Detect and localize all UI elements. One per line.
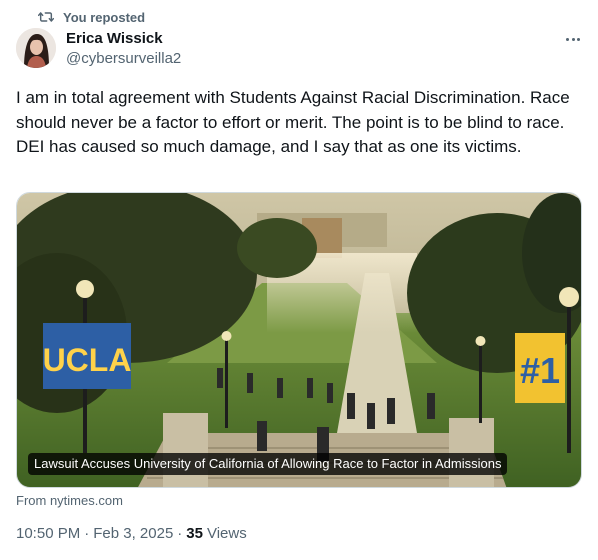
banner-text-right: #1 [520,350,560,391]
repost-indicator[interactable]: You reposted [38,9,145,25]
post-meta: 10:50 PM · Feb 3, 2025 · 35 Views [16,525,247,542]
post-text: I am in total agreement with Students Ag… [16,88,570,156]
more-options-button[interactable] [560,28,586,50]
meta-separator: · [84,525,90,542]
meta-separator: · [177,525,183,542]
avatar-image [16,28,56,68]
more-icon [565,37,569,41]
repost-icon [38,12,54,22]
author-name[interactable]: Erica Wissick [66,29,181,49]
views-count[interactable]: 35 [186,525,203,542]
campus-photo: UCLA #1 [17,193,581,487]
repost-label: You reposted [63,9,146,25]
author-block[interactable]: Erica Wissick @cybersurveilla2 [66,29,181,69]
author-handle[interactable]: @cybersurveilla2 [66,49,181,69]
avatar[interactable] [16,28,56,68]
more-icon-dot [577,37,581,41]
link-card-image[interactable]: UCLA #1 Lawsuit Accuses University of Ca… [16,192,582,488]
post-time[interactable]: 10:50 PM [16,525,80,542]
views-label[interactable]: Views [207,525,247,542]
post-date[interactable]: Feb 3, 2025 [93,525,173,542]
link-card-caption[interactable]: Lawsuit Accuses University of California… [28,453,508,475]
more-icon-dot [571,37,575,41]
banner-text-left: UCLA [43,342,132,378]
link-source[interactable]: From nytimes.com [16,493,123,508]
